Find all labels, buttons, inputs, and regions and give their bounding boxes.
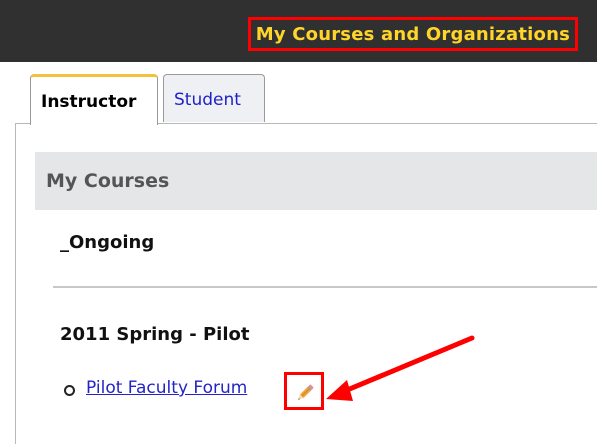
course-link-pilot-faculty-forum[interactable]: Pilot Faculty Forum [86,378,247,398]
page-title: My Courses and Organizations [247,17,578,51]
my-courses-header: My Courses [35,152,597,210]
edit-course-button[interactable] [284,372,324,410]
annotation-arrow [326,335,475,401]
term-divider [53,286,597,288]
term-heading-2011-spring: 2011 Spring - Pilot [60,324,250,345]
tab-student[interactable]: Student [163,74,265,122]
list-bullet [64,385,75,396]
tab-instructor[interactable]: Instructor [30,74,158,125]
top-bar: My Courses and Organizations [0,0,597,62]
pencil-icon [298,384,314,400]
term-heading-ongoing: _Ongoing [60,232,155,253]
